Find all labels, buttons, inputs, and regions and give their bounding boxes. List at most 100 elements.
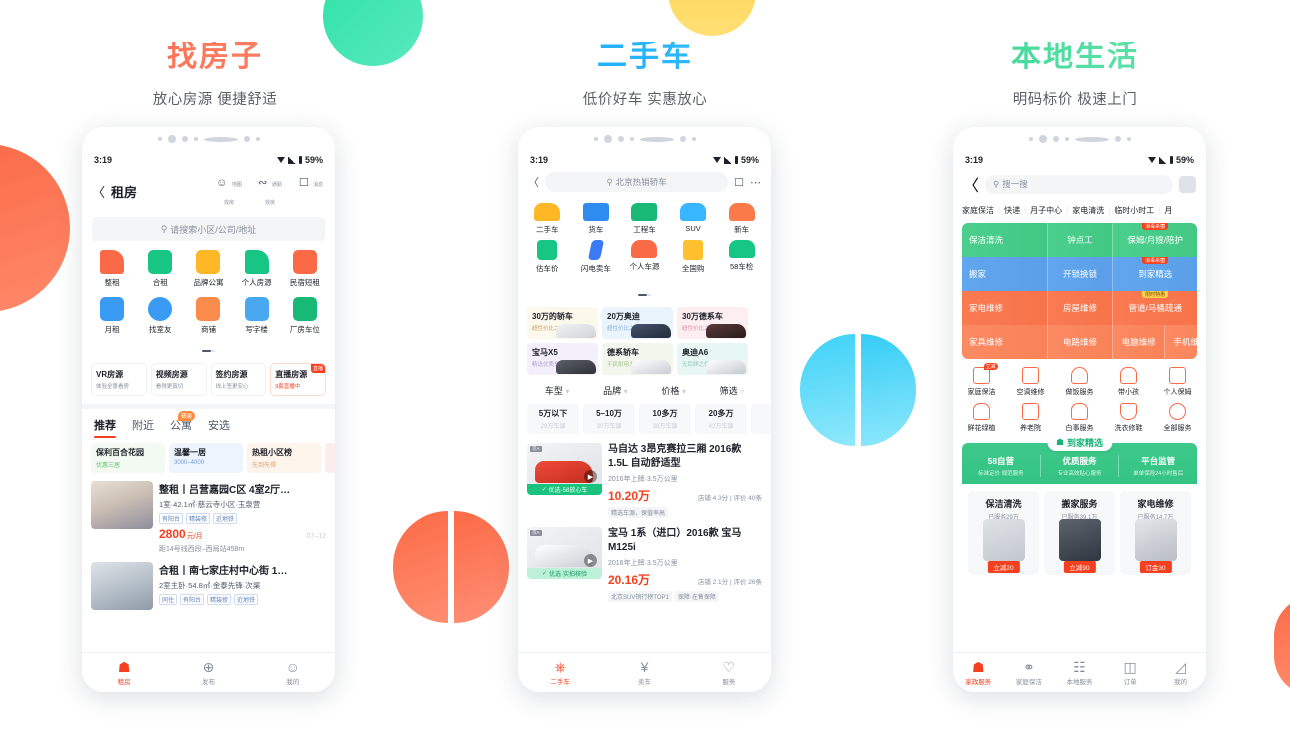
more-icon[interactable]: ⋯	[750, 176, 761, 189]
price-chip[interactable]: 5–10万 30万车源	[583, 404, 635, 434]
back-icon[interactable]: 〈	[963, 172, 979, 196]
promo-card[interactable]: 30万德系车 超性价比之选	[677, 307, 748, 339]
price-chip[interactable]: 5万以下 29万车源	[527, 404, 579, 434]
tab-anxuan[interactable]: 安选	[208, 417, 230, 433]
category-item[interactable]: 商铺	[187, 297, 229, 335]
promo-card-vr[interactable]: VR房源 体验全景看房	[91, 363, 147, 396]
tabbar-item-usedcar[interactable]: ⎈ 二手车	[518, 659, 602, 686]
product-card[interactable]: 搬家服务 已服务39.1万 立减90	[1044, 491, 1115, 575]
promo-card[interactable]: 宝马X5 精选优质车况	[527, 343, 598, 375]
category-item[interactable]: 个人车源	[620, 240, 669, 274]
listing-item[interactable]: 合租丨南七家庄村中心街 1… 2室主卧·54.8㎡·金泰先锋·次渠 同住 有阳台…	[82, 554, 335, 610]
mini-card[interactable]: 保利百合花园 优惠三居	[91, 443, 165, 473]
play-icon[interactable]: ▶	[584, 470, 597, 483]
avatar[interactable]	[1179, 175, 1196, 193]
promo-card-live[interactable]: 直播 直播房源 9套直播中	[270, 363, 326, 396]
tabbar-item-publish[interactable]: ⊕ 发布	[166, 659, 250, 686]
service-item[interactable]: 做饭服务	[1055, 367, 1104, 397]
message-icon[interactable]: ☐	[734, 176, 744, 189]
tabbar-item-sellcar[interactable]: ¥ 卖车	[602, 659, 686, 686]
nav-action-message[interactable]: ☐ 消息	[297, 173, 325, 209]
category-item[interactable]: 整租	[91, 250, 133, 288]
category-item[interactable]: SUV	[669, 203, 718, 235]
nav-action-map[interactable]: ☺ 地图找房	[215, 173, 243, 209]
tab-nearby[interactable]: 附近	[132, 417, 154, 433]
matrix-cell[interactable]: 家电维修	[962, 291, 1047, 325]
category-item[interactable]: 合租	[139, 250, 181, 288]
service-item[interactable]: 养老院	[1006, 403, 1055, 433]
search-input[interactable]: ⚲ 北京热销轿车	[545, 172, 729, 192]
price-chip[interactable]: 30 16万	[751, 404, 771, 434]
promo-card[interactable]: 20万奥迪 超性价比之选	[602, 307, 673, 339]
service-item[interactable]: 白事服务	[1055, 403, 1104, 433]
tabbar-item-order[interactable]: ◫ 订单	[1105, 659, 1156, 686]
tab-recommend[interactable]: 推荐	[94, 417, 116, 438]
filter-brand[interactable]: 品牌 ▾	[586, 384, 644, 397]
matrix-cell[interactable]: 消毒杀菌 到家精选	[1112, 257, 1197, 291]
strip-item[interactable]: 月子中心	[1030, 205, 1062, 216]
matrix-cell[interactable]: 房屋维修	[1046, 291, 1113, 325]
tabbar-item-cleaning[interactable]: ⚭ 家庭保洁	[1004, 659, 1055, 686]
strip-item[interactable]: 家电清洗	[1072, 205, 1104, 216]
category-item[interactable]: 品牌公寓	[187, 250, 229, 288]
matrix-cell[interactable]: 钟点工	[1046, 223, 1113, 257]
matrix-cell[interactable]: 保洁清洗	[962, 223, 1047, 257]
tabbar-item-mine[interactable]: ◿ 我的	[1155, 659, 1206, 686]
service-item[interactable]: 立减 家庭保洁	[957, 363, 1006, 397]
service-item[interactable]: 个人保姆	[1153, 367, 1202, 397]
nav-action-commute[interactable]: ∾ 通勤找房	[256, 173, 284, 209]
service-item[interactable]: 全部服务	[1153, 403, 1202, 433]
category-item[interactable]: 找室友	[139, 297, 181, 335]
matrix-cell[interactable]: 开锁换锁	[1046, 257, 1113, 291]
promo-card-contract[interactable]: 签约房源 线上签更安心	[210, 363, 267, 396]
service-item[interactable]: 空调维修	[1006, 367, 1055, 397]
service-item[interactable]: 洗衣修鞋	[1104, 403, 1153, 433]
strip-item[interactable]: 快递	[1004, 205, 1020, 216]
filter-price[interactable]: 价格 ▾	[645, 384, 703, 397]
category-item[interactable]: 二手车	[523, 203, 572, 235]
category-item[interactable]: 写字楼	[236, 297, 278, 335]
category-item[interactable]: 货车	[572, 203, 621, 235]
tabbar-item-local[interactable]: ☷ 本地服务	[1054, 659, 1105, 686]
search-input[interactable]: ⚲ 搜一搜	[985, 174, 1173, 194]
matrix-cell[interactable]: 电路维修	[1046, 325, 1113, 359]
category-item[interactable]: 月租	[91, 297, 133, 335]
category-item[interactable]: 闪电卖车	[572, 240, 621, 274]
car-listing-item[interactable]: 京A ▶ ✓ 优选·实拍核验 宝马 1系（进口）2016款 宝马M125i 20…	[518, 518, 771, 602]
search-input[interactable]: ⚲ 请搜索小区/公司/地址	[92, 217, 325, 241]
back-icon[interactable]: 〈	[92, 182, 105, 201]
category-item[interactable]: 估车价	[523, 240, 572, 274]
matrix-cell[interactable]: 消毒杀菌 保姆/月嫂/陪护	[1112, 223, 1197, 257]
matrix-cell[interactable]: 限时特惠 管道/马桶疏通	[1112, 291, 1197, 325]
mini-card[interactable]	[325, 443, 335, 473]
promo-card[interactable]: 德系轿车 平民耐用大气	[602, 343, 673, 375]
car-listing-item[interactable]: 京A ▶ ✓ 优选·58放心车 马自达 3昂克赛拉三厢 2016款 1.5L 自…	[518, 434, 771, 518]
tabbar-item-mine[interactable]: ☺ 我的	[251, 659, 335, 686]
matrix-cell[interactable]: 电脑维修	[1112, 325, 1165, 359]
matrix-cell[interactable]: 手机维修	[1164, 325, 1197, 359]
category-item[interactable]: 工程车	[620, 203, 669, 235]
mini-card[interactable]: 温馨一居 3000–4000	[169, 443, 243, 473]
filter-more[interactable]: 筛选 ▿	[703, 384, 761, 397]
price-chip[interactable]: 10多万 38万车源	[639, 404, 691, 434]
tabbar-item-rent[interactable]: ☗ 租房	[82, 659, 166, 686]
category-item[interactable]: 58车检	[717, 240, 766, 274]
play-icon[interactable]: ▶	[584, 554, 597, 567]
tabbar-item-homeservice[interactable]: ☗ 家政服务	[953, 659, 1004, 686]
product-card[interactable]: 保洁清洗 已服务29万 立减20	[968, 491, 1039, 575]
promo-card-video[interactable]: 视频房源 看得更真切	[150, 363, 207, 396]
price-chip[interactable]: 20多万 42万车源	[695, 404, 747, 434]
mini-card[interactable]: 热租小区榜 先到先得	[247, 443, 321, 473]
category-item[interactable]: 新车	[717, 203, 766, 235]
matrix-cell[interactable]: 搬家	[962, 257, 1047, 291]
service-item[interactable]: 带小孩	[1104, 367, 1153, 397]
product-card[interactable]: 家电维修 已服务14.7万 订金30	[1120, 491, 1191, 575]
promo-card[interactable]: 30万的轿车 超性价比之选	[527, 307, 598, 339]
category-item[interactable]: 民宿短租	[284, 250, 326, 288]
matrix-cell[interactable]: 家具维修	[962, 325, 1047, 359]
tab-apartment[interactable]: 精装 公寓	[170, 411, 196, 433]
promo-card[interactable]: 奥迪A6 无后顾之忧	[677, 343, 748, 375]
tabbar-item-service[interactable]: ♡ 服务	[687, 659, 771, 686]
service-item[interactable]: 鲜花绿植	[957, 403, 1006, 433]
filter-cartype[interactable]: 车型 ▾	[528, 384, 586, 397]
